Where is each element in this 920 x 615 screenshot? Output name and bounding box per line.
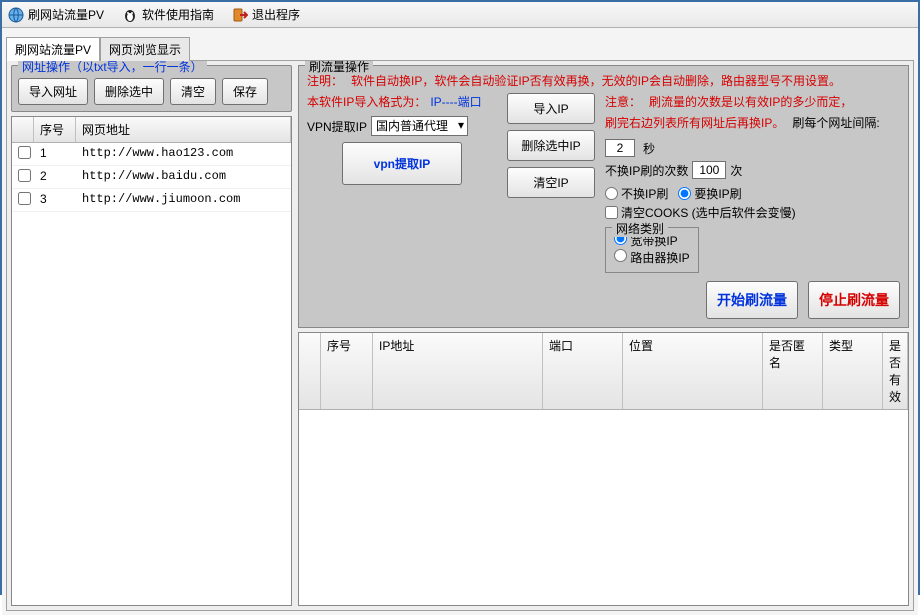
ip-col-type: 类型 [823,333,883,409]
menu-exit-label: 退出程序 [252,6,300,23]
menu-guide-label: 软件使用指南 [142,6,214,23]
interval-label: 刷每个网址间隔: [792,114,879,131]
penguin-icon [122,7,138,23]
import-url-button[interactable]: 导入网址 [18,78,88,105]
traffic-ops-title: 刷流量操作 [305,60,373,75]
clear-url-button[interactable]: 清空 [170,78,216,105]
save-url-button[interactable]: 保存 [222,78,268,105]
ip-table[interactable]: 序号 IP地址 端口 位置 是否匿名 类型 是否有效 [298,332,909,606]
delete-ip-button[interactable]: 删除选中IP [507,130,595,161]
row-checkbox[interactable] [18,192,31,205]
ops-note-line: 注明： 软件自动换IP，软件会自动验证IP否有效再换，无效的IP会自动删除，路由… [307,72,900,89]
table-row[interactable]: 2http://www.baidu.com [12,166,291,189]
url-table-header: 序号 网页地址 [12,117,291,143]
count-input[interactable] [692,161,726,179]
tab-pv[interactable]: 刷网站流量PV [6,37,100,61]
url-col-seq: 序号 [34,117,76,142]
menu-pv[interactable]: 刷网站流量PV [8,6,104,23]
clear-ip-button[interactable]: 清空IP [507,167,595,198]
menu-guide[interactable]: 软件使用指南 [122,6,214,23]
url-col-addr: 网页地址 [76,117,291,142]
menu-exit[interactable]: 退出程序 [232,6,300,23]
net-router[interactable]: 路由器换IP [614,249,690,266]
opt-clear-cookies[interactable]: 清空COOKS (选中后软件会变慢) [605,204,796,221]
traffic-ops-group: 刷流量操作 注明： 软件自动换IP，软件会自动验证IP否有效再换，无效的IP会自… [298,65,909,328]
exit-icon [232,7,248,23]
start-button[interactable]: 开始刷流量 [706,281,798,319]
opt-no-change-ip[interactable]: 不换IP刷 [605,185,668,202]
ip-table-header: 序号 IP地址 端口 位置 是否匿名 类型 是否有效 [299,333,908,410]
row-checkbox[interactable] [18,169,31,182]
menubar: 刷网站流量PV 软件使用指南 退出程序 [2,2,918,28]
import-ip-button[interactable]: 导入IP [507,93,595,124]
globe-icon [8,7,24,23]
ip-col-port: 端口 [543,333,623,409]
tabs: 刷网站流量PV 网页浏览显示 [6,36,914,60]
vpn-extract-button[interactable]: vpn提取IP [342,142,462,185]
ip-col-ip: IP地址 [373,333,543,409]
vpn-label: VPN提取IP [307,118,367,135]
url-table[interactable]: 序号 网页地址 1http://www.hao123.com2http://ww… [11,116,292,606]
count-label: 不换IP刷的次数 [605,162,688,179]
ip-col-seq: 序号 [321,333,373,409]
tab-browse[interactable]: 网页浏览显示 [100,37,190,61]
stop-button[interactable]: 停止刷流量 [808,281,900,319]
menu-pv-label: 刷网站流量PV [28,6,104,23]
delete-url-button[interactable]: 删除选中 [94,78,164,105]
interval-input[interactable] [605,139,635,157]
opt-change-ip[interactable]: 要换IP刷 [678,185,741,202]
vpn-select[interactable]: 国内普通代理 [371,116,468,136]
ip-col-valid: 是否有效 [883,333,908,409]
row-checkbox[interactable] [18,146,31,159]
ip-col-loc: 位置 [623,333,763,409]
url-ops-group: 网址操作（以txt导入，一行一条） 导入网址 删除选中 清空 保存 [11,65,292,112]
table-row[interactable]: 1http://www.hao123.com [12,143,291,166]
ip-col-anon: 是否匿名 [763,333,823,409]
ip-format-line: 本软件IP导入格式为： IP----端口 [307,93,497,110]
url-ops-title: 网址操作（以txt导入，一行一条） [18,60,207,75]
network-type-group: 网络类别 宽带换IP 路由器换IP [605,227,699,273]
table-row[interactable]: 3http://www.jiumoon.com [12,189,291,212]
warn-line2: 刷完右边列表所有网址后再换IP。 [605,114,784,131]
warn-line: 注意： 刷流量的次数是以有效IP的多少而定， [605,93,900,110]
